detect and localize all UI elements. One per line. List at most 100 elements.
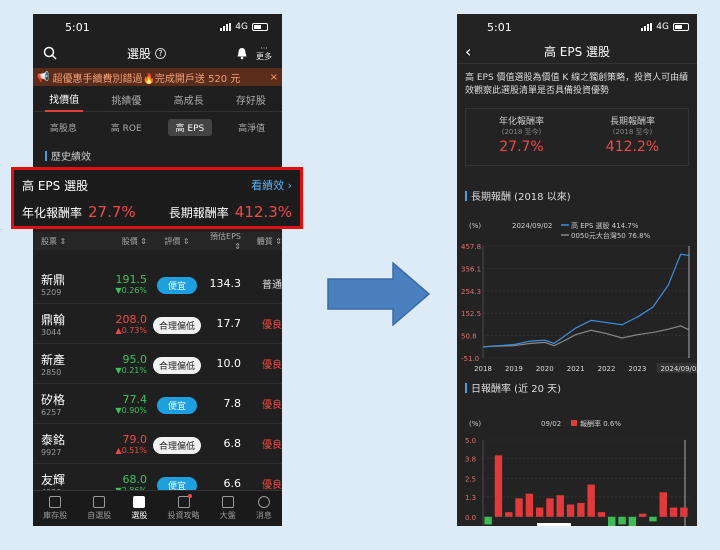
stock-name: 新產 — [41, 352, 66, 367]
stock-code: 5209 — [41, 287, 62, 297]
table-row[interactable]: 矽格 6257 77.4 ▼0.90% 便宜 7.8 優良 — [33, 384, 282, 424]
legend-swatch — [571, 420, 577, 426]
table-row[interactable]: 鼎翰 3044 208.0 ▲0.73% 合理偏低 17.7 優良 — [33, 304, 282, 344]
close-icon[interactable]: × — [270, 72, 278, 83]
subtab-high-dividend[interactable]: 高股息 — [42, 119, 85, 136]
promo-banner[interactable]: 📢 超優惠手續費別錯過🔥完成開戶送 520 元 × — [33, 68, 282, 86]
tab-value[interactable]: 找價值 — [45, 87, 84, 112]
bar — [669, 507, 678, 517]
bar — [680, 507, 688, 517]
nav-portfolio[interactable]: 庫存股 — [43, 496, 67, 521]
y-tick-label: 3.8 — [465, 455, 476, 463]
page-title: 高 EPS 選股 — [543, 45, 611, 59]
nav-bar: ‹ 高 EPS 選股 — [457, 40, 697, 64]
legend-label: 報酬率 0.6% — [580, 419, 621, 428]
table-header: 股票 ⇕ 股價 ⇕ 評價 ⇕ 預估EPS ⇕ 體質 ⇕ — [33, 231, 282, 251]
stock-level: 普通 — [262, 280, 282, 291]
subtab-high-nav[interactable]: 高淨值 — [230, 119, 273, 136]
stock-eps: 10.0 — [216, 357, 242, 370]
nav-market[interactable]: 大盤 — [220, 496, 236, 521]
stock-price: 191.5 — [115, 272, 148, 286]
nav-screener[interactable]: 選股 — [131, 496, 147, 521]
long-return-period: (2018 至今) — [612, 128, 653, 136]
bar — [484, 516, 492, 525]
search-icon[interactable] — [43, 46, 57, 60]
y-axis-unit: (%) — [469, 222, 481, 230]
rating-badge: 合理偏低 — [152, 356, 201, 374]
col-stock[interactable]: 股票 ⇕ — [33, 236, 91, 247]
return-summary: 年化報酬率 (2018 至今) 27.7% 長期報酬率 (2018 至今) 41… — [465, 108, 689, 166]
card-title: 高 EPS 選股 — [22, 179, 89, 193]
long-return-chart[interactable]: (%) 2024/09/02 高 EPS 選股 414.7%0050元大台灣50 7… — [457, 206, 697, 374]
top-bar: 選股 ? ··· 更多 — [33, 40, 282, 66]
stock-name: 友輝 — [41, 472, 66, 487]
bell-icon[interactable] — [236, 47, 248, 60]
col-eps[interactable]: 預估EPS ⇕ — [203, 231, 241, 251]
long-return-value: 412.3% — [234, 203, 292, 221]
help-icon[interactable]: ? — [155, 47, 166, 59]
chat-icon — [257, 496, 270, 508]
daily-return-chart[interactable]: (%) 09/02 報酬率 0.6% 5.0 3.8 2.5 1.3 0.0 — [457, 398, 697, 526]
col-price[interactable]: 股價 ⇕ — [91, 236, 151, 247]
tab-growth[interactable]: 高成長 — [170, 88, 208, 111]
stock-code: 6257 — [41, 407, 62, 417]
x-tick-label: 2024/09/02 — [660, 365, 697, 373]
table-row[interactable]: 新鼎 5209 191.5 ▼0.26% 便宜 134.3 普通 — [33, 264, 282, 304]
nav-news[interactable]: 消息 — [256, 496, 272, 521]
page-title: 選股 — [126, 46, 151, 61]
bar — [608, 516, 616, 526]
stock-code: 2850 — [41, 367, 62, 377]
stock-change: ▲0.73% — [115, 325, 147, 335]
battery-icon — [673, 23, 689, 31]
stock-name: 泰銘 — [41, 432, 66, 447]
table-row[interactable]: 新產 2850 95.0 ▼0.21% 合理偏低 10.0 優良 — [33, 344, 282, 384]
series-line — [482, 253, 690, 348]
bar — [494, 455, 503, 517]
y-tick-label: 2.5 — [465, 475, 476, 483]
stock-eps: 7.8 — [223, 397, 242, 410]
annual-return-label: 年化報酬率 — [22, 206, 83, 220]
right-phone-screen: 5:01 4G ‹ 高 EPS 選股 高 EPS 價值選股為價值 K 線之獨創策… — [457, 14, 697, 526]
y-tick-label: 457.8 — [461, 243, 481, 251]
table-row[interactable]: 泰銘 9927 79.0 ▲0.51% 合理偏低 6.8 優良 — [33, 424, 282, 464]
nav-watchlist[interactable]: 自選股 — [87, 496, 111, 521]
view-performance-link[interactable]: 看績效 › — [251, 177, 292, 194]
y-tick-label: 50.8 — [461, 333, 477, 341]
annual-return-value: 27.7% — [499, 139, 544, 155]
promo-text: 超優惠手續費別錯過🔥完成開戶送 520 元 — [52, 73, 241, 85]
stock-level: 優良 — [262, 400, 282, 411]
bar — [587, 484, 595, 517]
stock-level: 優良 — [262, 440, 282, 451]
y-tick-label: 0.0 — [465, 514, 476, 522]
rating-badge: 合理偏低 — [152, 436, 201, 454]
strategy-description: 高 EPS 價值選股為價值 K 線之獨創策略，投資人可由績效觀察此選股清單是否具… — [465, 73, 689, 96]
stock-level: 優良 — [262, 320, 282, 331]
back-chevron-icon[interactable]: ‹ — [465, 42, 471, 61]
nav-strategy[interactable]: 投資攻略 — [168, 494, 200, 521]
bar — [535, 507, 544, 517]
stock-change: ▼0.90% — [115, 405, 147, 415]
stock-eps: 6.8 — [223, 437, 242, 450]
database-icon — [133, 496, 146, 508]
rating-badge: 合理偏低 — [152, 316, 201, 334]
category-tabs: 找價值 挑績優 高成長 存好股 — [33, 88, 282, 112]
more-button[interactable]: ··· 更多 — [256, 45, 272, 61]
stock-eps: 134.3 — [209, 277, 242, 290]
col-level[interactable]: 體質 ⇕ — [241, 236, 282, 247]
network-label: 4G — [656, 22, 669, 32]
stock-name: 新鼎 — [41, 272, 66, 287]
tab-saving[interactable]: 存好股 — [232, 88, 270, 111]
y-tick-label: 254.3 — [461, 288, 481, 296]
signal-icon — [220, 23, 232, 31]
x-tick-label: 2023 — [629, 365, 647, 373]
subtab-high-eps[interactable]: 高 EPS — [167, 118, 213, 136]
left-phone-screen: 5:01 4G 選股 ? ··· 更多 📢 超優惠手續費別錯過🔥完成開戶送 52… — [33, 14, 282, 526]
briefcase-icon — [49, 496, 62, 508]
stock-eps: 6.6 — [223, 477, 242, 490]
long-return-label: 長期報酬率 — [168, 206, 229, 220]
tab-quality[interactable]: 挑績優 — [107, 88, 145, 111]
col-rating[interactable]: 評價 ⇕ — [151, 236, 203, 247]
subtab-high-roe[interactable]: 高 ROE — [103, 119, 150, 136]
high-eps-summary-card[interactable]: 高 EPS 選股 看績效 › 年化報酬率 27.7% 長期報酬率 412.3% — [11, 167, 303, 229]
annual-return-period: (2018 至今) — [501, 128, 542, 136]
